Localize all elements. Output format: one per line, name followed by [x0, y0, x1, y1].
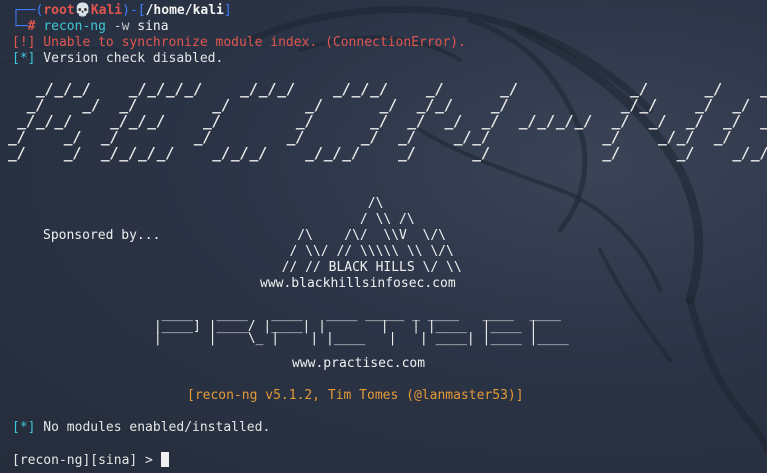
version-check-text: Version check disabled. [35, 51, 224, 66]
error-message: [!] Unable to synchronize module index. … [12, 35, 466, 50]
prompt-hash: # [27, 19, 36, 34]
command-arg: sina [137, 19, 169, 34]
info-prefix: [*] [12, 420, 36, 435]
terminal-window[interactable]: ┌──(root💀Kali)-[/home/kali] └─# recon-ng… [0, 0, 767, 473]
prompt-box-top: ┌──( [12, 3, 44, 18]
recon-ng-ascii-banner: _/_/_/ _/_/_/_/ _/_/_/ _/_/_/ _/ _/ _/ _… [8, 81, 767, 162]
prompt-path: /home/kali [145, 3, 224, 18]
command-flag: -w [113, 19, 130, 34]
modules-text: No modules enabled/installed. [35, 420, 271, 435]
info-prefix: [*] [12, 51, 36, 66]
practisec-url: www.practisec.com [292, 356, 426, 371]
practisec-ascii-logo: ____ ____ ____ ____ _____ _ ____ ____ __… [153, 307, 569, 346]
prompt-box-bottom: └─ [12, 19, 28, 34]
command-name: recon-ng [43, 19, 106, 34]
recon-ng-version-line: [recon-ng v5.1.2, Tim Tomes (@lanmaster5… [187, 388, 524, 403]
terminal-cursor[interactable] [160, 452, 169, 467]
prompt-line-2: └─# recon-ng -w sina [12, 19, 169, 35]
recon-ng-prompt: [recon-ng][sina] > [12, 453, 161, 468]
sponsored-by-label: Sponsored by... [43, 228, 161, 243]
black-hills-ascii-logo: /\ / \\ /\ /\ /\/ \\V \/\ / \\/ // \\\\\… [281, 196, 462, 275]
black-hills-url: www.blackhillsinfosec.com [260, 276, 456, 291]
skull-icon: 💀 [74, 3, 91, 18]
prompt-close: ] [223, 3, 232, 18]
prompt-separator: )-[ [122, 3, 146, 18]
recon-ng-prompt-line[interactable]: [recon-ng][sina] > [12, 452, 169, 468]
prompt-host: Kali [90, 3, 123, 18]
prompt-line-1: ┌──(root💀Kali)-[/home/kali] [12, 3, 232, 19]
version-check-message: [*] Version check disabled. [12, 51, 223, 67]
prompt-user: root [43, 3, 75, 18]
modules-message: [*] No modules enabled/installed. [12, 420, 270, 436]
